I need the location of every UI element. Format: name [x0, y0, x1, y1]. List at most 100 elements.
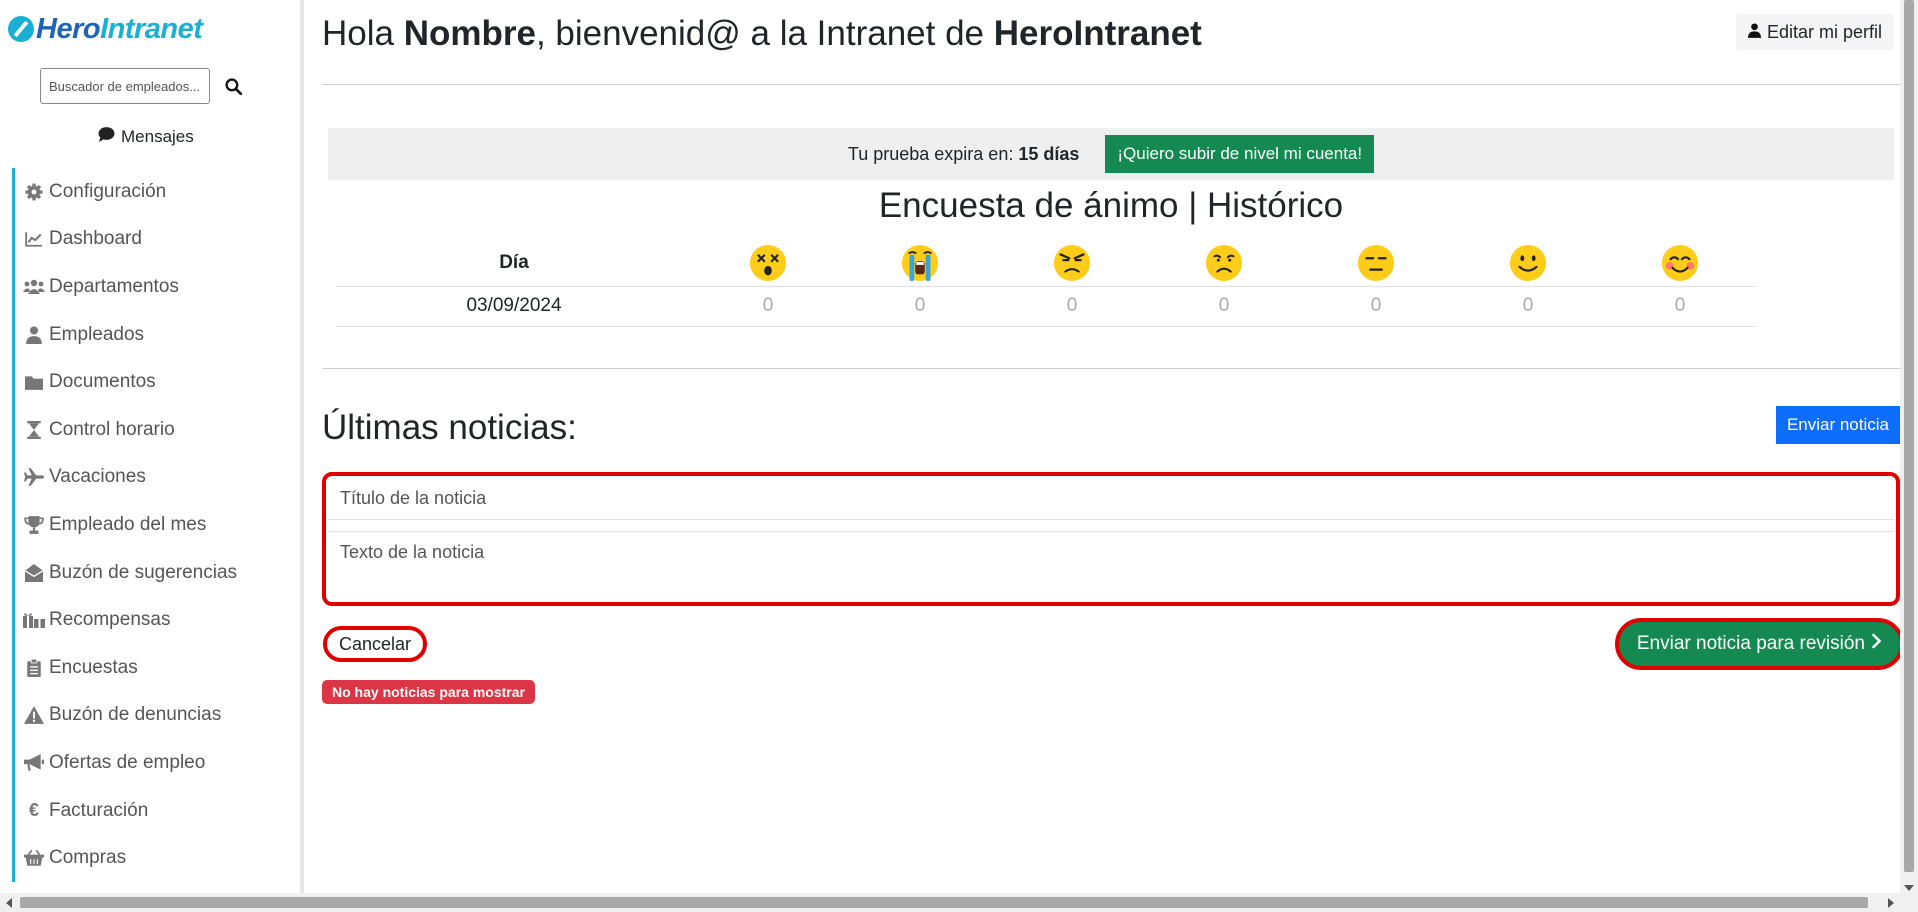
sidebar-item-facturacion[interactable]: € Facturación [12, 786, 300, 835]
news-form [322, 472, 1900, 606]
mood-count-cell: 0 [1452, 286, 1604, 327]
submit-news-for-review-button[interactable]: Enviar noticia para revisión [1614, 618, 1904, 670]
comment-icon [98, 126, 115, 147]
mood-count-cell: 0 [1300, 286, 1452, 327]
page-title: Hola Nombre, bienvenid@ a la Intranet de… [322, 14, 1202, 54]
mood-column-header [844, 240, 996, 287]
dizzy-face-icon [749, 244, 787, 281]
mood-count-cell: 0 [996, 286, 1148, 327]
cancel-button[interactable]: Cancelar [323, 626, 428, 662]
brand-logo[interactable]: Hero Intranet [8, 12, 203, 46]
gifts-icon [23, 610, 45, 630]
scroll-down-arrow-icon[interactable] [1904, 885, 1914, 891]
sidebar-item-label: Empleado del mes [49, 513, 207, 535]
sidebar-item-buzon-denuncias[interactable]: Buzón de denuncias [12, 691, 300, 740]
submit-news-label: Enviar noticia para revisión [1636, 633, 1865, 654]
day-column-header: Día [336, 240, 692, 287]
sidebar-item-ofertas-empleo[interactable]: Ofertas de empleo [12, 739, 300, 787]
gear-icon [23, 182, 45, 202]
trial-banner: Tu prueba expira en: 15 días ¡Quiero sub… [328, 128, 1894, 180]
sidebar-item-label: Ofertas de empleo [49, 751, 206, 773]
folder-icon [23, 372, 45, 392]
sidebar-item-control-horario[interactable]: Control horario [12, 405, 300, 454]
employee-search-input[interactable] [40, 68, 210, 104]
mood-column-header [692, 240, 844, 287]
brand-name-part2: Intranet [100, 12, 203, 45]
divider [322, 84, 1900, 85]
sidebar-item-recompensas[interactable]: Recompensas [12, 596, 300, 644]
no-news-badge: No hay noticias para mostrar [322, 680, 535, 704]
news-section-title: Últimas noticias: [322, 408, 577, 447]
sidebar-item-label: Empleados [49, 323, 145, 345]
news-text-input[interactable] [328, 531, 1894, 601]
sidebar-item-encuestas[interactable]: Encuestas [12, 643, 300, 692]
sidebar-item-label: Departamentos [49, 275, 179, 297]
mood-count-cell: 0 [1604, 286, 1756, 327]
greeting-company: HeroIntranet [993, 14, 1202, 53]
megaphone-icon [23, 753, 45, 773]
survey-title: Encuesta de ánimo | Histórico [878, 186, 1344, 225]
mood-count-cell: 0 [844, 286, 996, 327]
user-icon [23, 325, 45, 345]
trial-days: 15 días [1018, 143, 1080, 164]
messages-link[interactable]: Mensajes [98, 126, 194, 147]
mood-column-header [1300, 240, 1452, 287]
vertical-scrollbar-thumb[interactable] [1904, 0, 1914, 872]
table-header-row: Día [336, 240, 1756, 287]
sidebar-item-label: Documentos [49, 371, 156, 393]
sidebar-item-label: Recompensas [49, 609, 171, 631]
vertical-scrollbar[interactable] [1900, 0, 1918, 893]
mood-column-header [1452, 240, 1604, 287]
horizontal-scrollbar-thumb[interactable] [20, 897, 1868, 908]
chevron-right-icon [1871, 633, 1882, 655]
greeting-prefix: Hola [322, 14, 404, 53]
sidebar-item-departamentos[interactable]: Departamentos [12, 263, 300, 311]
blushing-face-icon [1661, 244, 1699, 281]
sidebar-item-documentos[interactable]: Documentos [12, 358, 300, 406]
sidebar-item-vacaciones[interactable]: Vacaciones [12, 453, 300, 502]
angry-face-icon [1053, 244, 1091, 281]
sidebar-item-label: Control horario [49, 418, 175, 440]
sidebar-item-empleado-del-mes[interactable]: Empleado del mes [12, 501, 300, 549]
horizontal-scrollbar[interactable] [0, 893, 1918, 912]
basket-icon [23, 848, 45, 868]
users-icon [23, 277, 45, 297]
plane-icon [23, 467, 45, 487]
sidebar-item-configuracion[interactable]: Configuración [12, 168, 300, 216]
send-news-button[interactable]: Enviar noticia [1775, 406, 1900, 444]
crying-face-icon [901, 244, 939, 281]
scroll-left-arrow-icon[interactable] [6, 898, 12, 908]
sidebar-item-label: Vacaciones [49, 466, 146, 488]
messages-label: Mensajes [121, 126, 194, 146]
news-title-input[interactable] [328, 478, 1894, 520]
sidebar-item-buzon-sugerencias[interactable]: Buzón de sugerencias [12, 548, 300, 597]
edit-profile-button[interactable]: Editar mi perfil [1735, 14, 1894, 50]
search-icon[interactable] [218, 71, 248, 101]
brand-name-part1: Hero [36, 12, 101, 45]
sidebar-nav: Configuración Dashboard Departamentos Em… [12, 168, 300, 882]
divider [322, 368, 1900, 369]
user-icon [1747, 22, 1761, 43]
mood-column-header [1148, 240, 1300, 287]
hourglass-icon [23, 420, 45, 440]
warning-icon [23, 705, 45, 725]
scroll-right-arrow-icon[interactable] [1888, 898, 1894, 908]
main-content: Hola Nombre, bienvenid@ a la Intranet de… [322, 0, 1904, 893]
mood-column-header [1604, 240, 1756, 287]
euro-icon: € [28, 800, 39, 821]
mood-column-header [996, 240, 1148, 287]
mood-count-cell: 0 [1148, 286, 1300, 327]
sidebar-item-dashboard[interactable]: Dashboard [12, 215, 300, 264]
trial-text: Tu prueba expira en: 15 días [848, 144, 1079, 165]
upgrade-account-button[interactable]: ¡Quiero subir de nivel mi cuenta! [1105, 135, 1375, 173]
sidebar-item-label: Configuración [49, 180, 167, 202]
expressionless-face-icon [1357, 244, 1395, 281]
slightly-smiling-face-icon [1509, 244, 1547, 281]
sidebar-item-empleados[interactable]: Empleados [12, 310, 300, 359]
trial-label: Tu prueba expira en: [847, 143, 1019, 164]
frowning-face-icon [1205, 244, 1243, 281]
sidebar-item-label: Buzón de denuncias [49, 704, 222, 726]
sidebar-item-compras[interactable]: Compras [12, 834, 300, 882]
day-cell: 03/09/2024 [336, 286, 692, 327]
table-row: 03/09/2024 0 0 0 0 0 0 0 [336, 286, 1756, 327]
